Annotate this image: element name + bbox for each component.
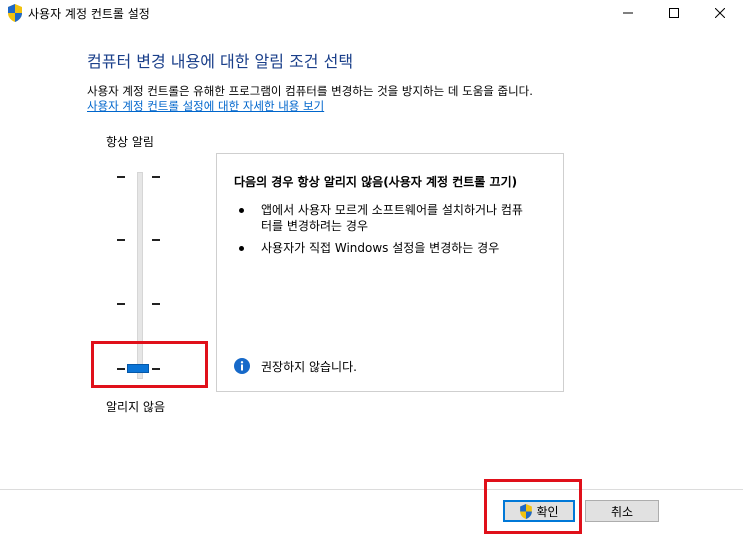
info-icon bbox=[234, 358, 250, 374]
highlight-ok-button bbox=[484, 479, 582, 534]
slider-tick bbox=[152, 303, 160, 305]
recommendation-note: 권장하지 않습니다. bbox=[261, 360, 357, 374]
panel-title: 다음의 경우 항상 알리지 않음(사용자 계정 컨트롤 끄기) bbox=[234, 175, 518, 189]
highlight-slider-thumb bbox=[91, 341, 208, 388]
slider-tick bbox=[117, 239, 125, 241]
cancel-button[interactable]: 취소 bbox=[585, 500, 659, 522]
bullet bbox=[239, 208, 244, 213]
maximize-icon bbox=[669, 8, 679, 18]
slider-tick bbox=[152, 239, 160, 241]
bullet bbox=[239, 246, 244, 251]
more-info-link[interactable]: 사용자 계정 컨트롤 설정에 대한 자세한 내용 보기 bbox=[87, 98, 324, 114]
maximize-button[interactable] bbox=[651, 0, 697, 26]
minimize-icon bbox=[623, 12, 633, 14]
page-heading: 컴퓨터 변경 내용에 대한 알림 조건 선택 bbox=[87, 52, 354, 71]
close-button[interactable] bbox=[697, 0, 743, 26]
slider-tick bbox=[117, 303, 125, 305]
close-icon bbox=[715, 8, 725, 18]
window-title: 사용자 계정 컨트롤 설정 bbox=[28, 7, 150, 21]
slider-top-label: 항상 알림 bbox=[106, 135, 154, 149]
slider-bottom-label: 알리지 않음 bbox=[106, 400, 166, 414]
minimize-button[interactable] bbox=[605, 0, 651, 26]
slider-tick bbox=[152, 176, 160, 178]
page-description: 사용자 계정 컨트롤은 유해한 프로그램이 컴퓨터를 변경하는 것을 방지하는 … bbox=[87, 84, 533, 98]
list-item-continued: 터를 변경하려는 경우 bbox=[261, 219, 368, 233]
footer-separator bbox=[0, 489, 743, 490]
uac-shield-icon bbox=[8, 4, 22, 22]
slider-tick bbox=[117, 176, 125, 178]
list-item: 사용자가 직접 Windows 설정을 변경하는 경우 bbox=[261, 241, 500, 255]
list-item: 앱에서 사용자 모르게 소프트웨어를 설치하거나 컴퓨 bbox=[261, 203, 523, 217]
title-bar: 사용자 계정 컨트롤 설정 bbox=[0, 0, 743, 26]
cancel-button-label: 취소 bbox=[610, 504, 634, 519]
